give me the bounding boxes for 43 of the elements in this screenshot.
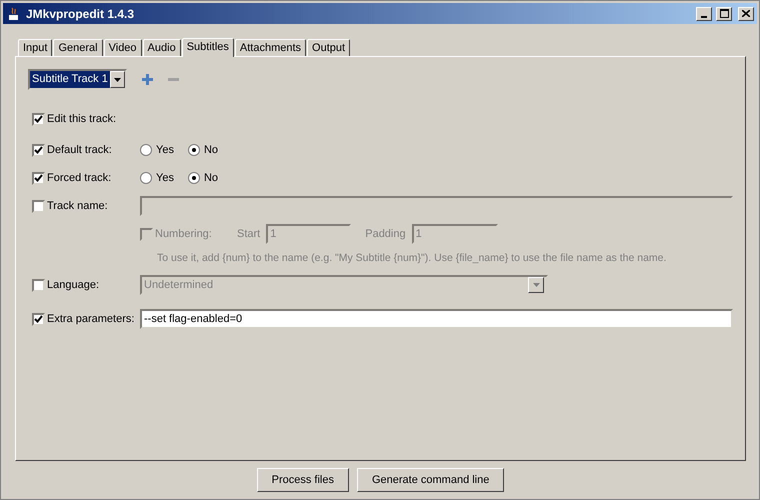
checkbox[interactable] <box>32 172 45 184</box>
tab[interactable]: Attachments <box>234 39 306 56</box>
radio-label: Yes <box>156 172 174 184</box>
radio-label: No <box>204 172 218 184</box>
maximize-button[interactable] <box>716 6 732 20</box>
checkbox[interactable] <box>32 144 45 156</box>
tab[interactable]: General <box>53 39 103 56</box>
option-label: Extra parameters: <box>47 313 136 325</box>
option-label: Default track: <box>47 144 113 156</box>
tab[interactable]: Output <box>307 39 350 56</box>
checkbox[interactable] <box>32 112 45 126</box>
action-button[interactable]: Process files <box>256 468 349 492</box>
radio-label: No <box>204 144 218 156</box>
action-button[interactable]: Generate command line <box>356 468 504 492</box>
tab[interactable]: Subtitles <box>182 38 234 57</box>
text-field[interactable]: --set flag-enabled=0 <box>140 309 733 329</box>
radio-label: Yes <box>156 144 174 156</box>
window-title: JMkvpropedit 1.4.3 <box>26 6 136 20</box>
add-icon[interactable] <box>141 73 154 86</box>
radio-button[interactable] <box>188 172 200 184</box>
tab[interactable]: Audio <box>142 39 181 56</box>
checkbox[interactable] <box>32 312 45 326</box>
option-label: Language: <box>47 279 100 291</box>
close-icon <box>742 10 750 17</box>
padding-label: Padding <box>365 228 406 240</box>
dropdown-arrow-icon <box>114 78 121 82</box>
option-label: Edit this track: <box>47 113 118 125</box>
hint-text: To use it, add {num} to the name (e.g. "My Subtitle {num}"). Use {file_name} to use the file name as the name. <box>157 252 666 264</box>
radio-button[interactable] <box>140 172 152 184</box>
start-label: Start <box>237 228 260 240</box>
tab[interactable]: Video <box>104 39 142 56</box>
track-dropdown[interactable]: Subtitle Track 1 <box>28 69 127 90</box>
radio-button[interactable] <box>188 144 200 156</box>
option-label: Track name: <box>47 200 109 212</box>
close-button[interactable] <box>738 6 754 20</box>
tab[interactable]: Input <box>18 39 52 56</box>
maximize-icon <box>720 9 728 18</box>
dropdown-arrow-icon <box>532 283 540 287</box>
option-label: Numbering: <box>155 228 213 240</box>
option-label: Forced track: <box>47 172 112 184</box>
minimize-icon <box>701 16 707 18</box>
minimize-button[interactable] <box>696 6 712 20</box>
radio-button[interactable] <box>140 144 152 156</box>
